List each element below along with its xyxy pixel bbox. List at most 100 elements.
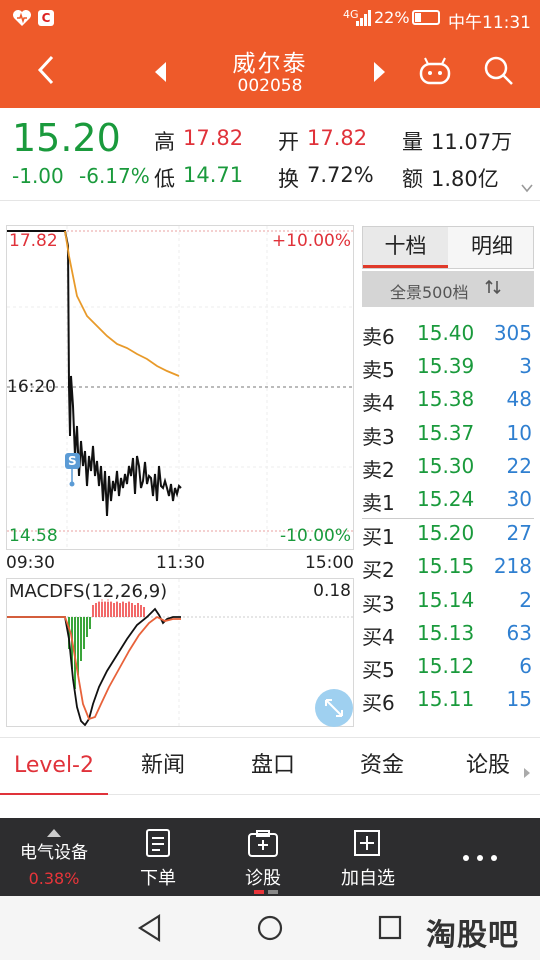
full-depth-label: 全景500档	[390, 283, 469, 302]
dif-line	[7, 607, 181, 726]
recents-nav-icon[interactable]	[377, 914, 403, 946]
price-change-pct: -6.17%	[79, 164, 150, 188]
bid-price: 15.13	[417, 621, 475, 645]
bid-row[interactable]: 买4 15.13 63	[362, 618, 534, 651]
tab-details[interactable]: 明细	[449, 227, 535, 268]
clock: 中午11:31	[448, 13, 531, 33]
bid-row[interactable]: 买5 15.12 6	[362, 651, 534, 684]
y-axis-top: 17.82	[9, 231, 58, 251]
ask-volume: 3	[519, 354, 532, 378]
full-depth-button[interactable]: 全景500档	[362, 271, 534, 307]
intraday-chart[interactable]: 17.82 16:20 14.58 +10.00% -10.00% S	[6, 225, 354, 550]
more-tabs-icon[interactable]	[522, 760, 532, 785]
orderbook-tabs: 十档 明细	[362, 226, 534, 269]
ask-price: 15.37	[417, 421, 475, 445]
current-price: 15.20	[12, 116, 121, 160]
back-nav-icon[interactable]	[136, 913, 164, 947]
order-button[interactable]: 下单	[108, 818, 208, 896]
ask-price: 15.39	[417, 354, 475, 378]
diagnose-icon	[247, 830, 279, 862]
ask-label: 卖3	[362, 425, 395, 449]
signal-label: S	[68, 454, 77, 468]
diagnose-button[interactable]: 诊股	[210, 818, 316, 896]
ask-row[interactable]: 卖4 15.38 48	[362, 384, 534, 417]
heart-icon	[12, 9, 32, 27]
price-line	[7, 230, 182, 517]
average-line	[64, 230, 180, 377]
turnover-label: 换	[278, 167, 299, 191]
ask-label: 卖5	[362, 358, 395, 382]
expand-quote-icon[interactable]	[520, 180, 534, 199]
bid-row[interactable]: 买6 15.11 15	[362, 684, 534, 717]
ask-volume: 10	[506, 421, 532, 445]
content-tabs: Level-2 新闻 盘口 资金 论股	[0, 737, 540, 795]
back-icon[interactable]	[30, 52, 66, 88]
pct-axis-bottom: -10.00%	[280, 526, 351, 546]
next-stock-icon[interactable]	[368, 60, 390, 84]
ask-row[interactable]: 卖6 15.40 305	[362, 318, 534, 351]
ask-volume: 22	[506, 454, 532, 478]
sector-change: 0.38%	[28, 869, 80, 888]
volume-label: 量	[402, 130, 423, 154]
ask-label: 卖4	[362, 391, 395, 415]
ask-row[interactable]: 卖2 15.30 22	[362, 451, 534, 484]
sector-name: 电气设备	[20, 843, 88, 863]
ask-volume: 30	[506, 487, 532, 511]
bid-volume: 27	[506, 521, 532, 545]
time-end: 15:00	[305, 553, 354, 573]
ask-row[interactable]: 卖1 15.24 30	[362, 484, 534, 517]
bid-price: 15.12	[417, 654, 475, 678]
tab-market[interactable]: 盘口	[218, 738, 328, 795]
ask-price: 15.38	[417, 387, 475, 411]
time-start: 09:30	[6, 553, 55, 573]
bid-label: 买6	[362, 691, 395, 715]
sector-button[interactable]: 电气设备 0.38%	[0, 818, 108, 896]
add-watchlist-button[interactable]: 加自选	[316, 818, 420, 896]
ask-label: 卖1	[362, 491, 395, 515]
macd-label: MACDFS(12,26,9)	[9, 581, 168, 602]
bid-row[interactable]: 买2 15.15 218	[362, 551, 534, 584]
bid-price: 15.14	[417, 588, 475, 612]
home-nav-icon[interactable]	[256, 913, 284, 947]
bid-row[interactable]: 买1 15.20 27	[362, 518, 534, 551]
bid-label: 买4	[362, 625, 395, 649]
ask-label: 卖6	[362, 325, 395, 349]
search-icon[interactable]	[482, 54, 516, 88]
ask-price: 15.40	[417, 321, 475, 345]
tab-news[interactable]: 新闻	[108, 738, 218, 795]
time-mid: 11:30	[156, 553, 205, 573]
bid-price: 15.11	[417, 687, 475, 711]
tab-funds[interactable]: 资金	[328, 738, 436, 795]
watermark: 淘股吧	[426, 918, 519, 953]
expand-icon[interactable]	[315, 689, 353, 727]
page-dot-active	[254, 890, 264, 894]
robot-icon[interactable]	[418, 54, 452, 88]
bid-row[interactable]: 买3 15.14 2	[362, 585, 534, 618]
system-nav-bar: 淘股吧	[0, 896, 540, 960]
tab-ten-levels[interactable]: 十档	[363, 227, 448, 268]
y-axis-bottom: 14.58	[9, 526, 58, 546]
macd-chart[interactable]: MACDFS(12,26,9) 0.18	[6, 578, 354, 727]
bid-volume: 218	[493, 554, 532, 578]
ask-volume: 48	[506, 387, 532, 411]
bottom-toolbar: 电气设备 0.38% 下单 诊股 加自选	[0, 818, 540, 896]
title-bar: 威尔泰 002058	[0, 36, 540, 108]
bid-price: 15.20	[417, 521, 475, 545]
ask-row[interactable]: 卖3 15.37 10	[362, 418, 534, 451]
bid-volume: 15	[506, 687, 532, 711]
stock-name: 威尔泰	[232, 51, 308, 77]
sort-icon	[484, 278, 502, 300]
diagnose-label: 诊股	[245, 868, 281, 889]
more-icon[interactable]	[450, 848, 510, 868]
low-label: 低	[154, 167, 175, 191]
tab-level2[interactable]: Level-2	[0, 738, 108, 795]
order-icon	[145, 828, 171, 862]
add-watchlist-label: 加自选	[341, 868, 395, 889]
turnover-value: 7.72%	[307, 163, 374, 187]
macd-max: 0.18	[313, 581, 351, 601]
ask-row[interactable]: 卖5 15.39 3	[362, 351, 534, 384]
volume-value: 11.07万	[431, 130, 513, 154]
prev-stock-icon[interactable]	[150, 60, 172, 84]
signal-icon	[356, 10, 372, 30]
bid-volume: 6	[519, 654, 532, 678]
